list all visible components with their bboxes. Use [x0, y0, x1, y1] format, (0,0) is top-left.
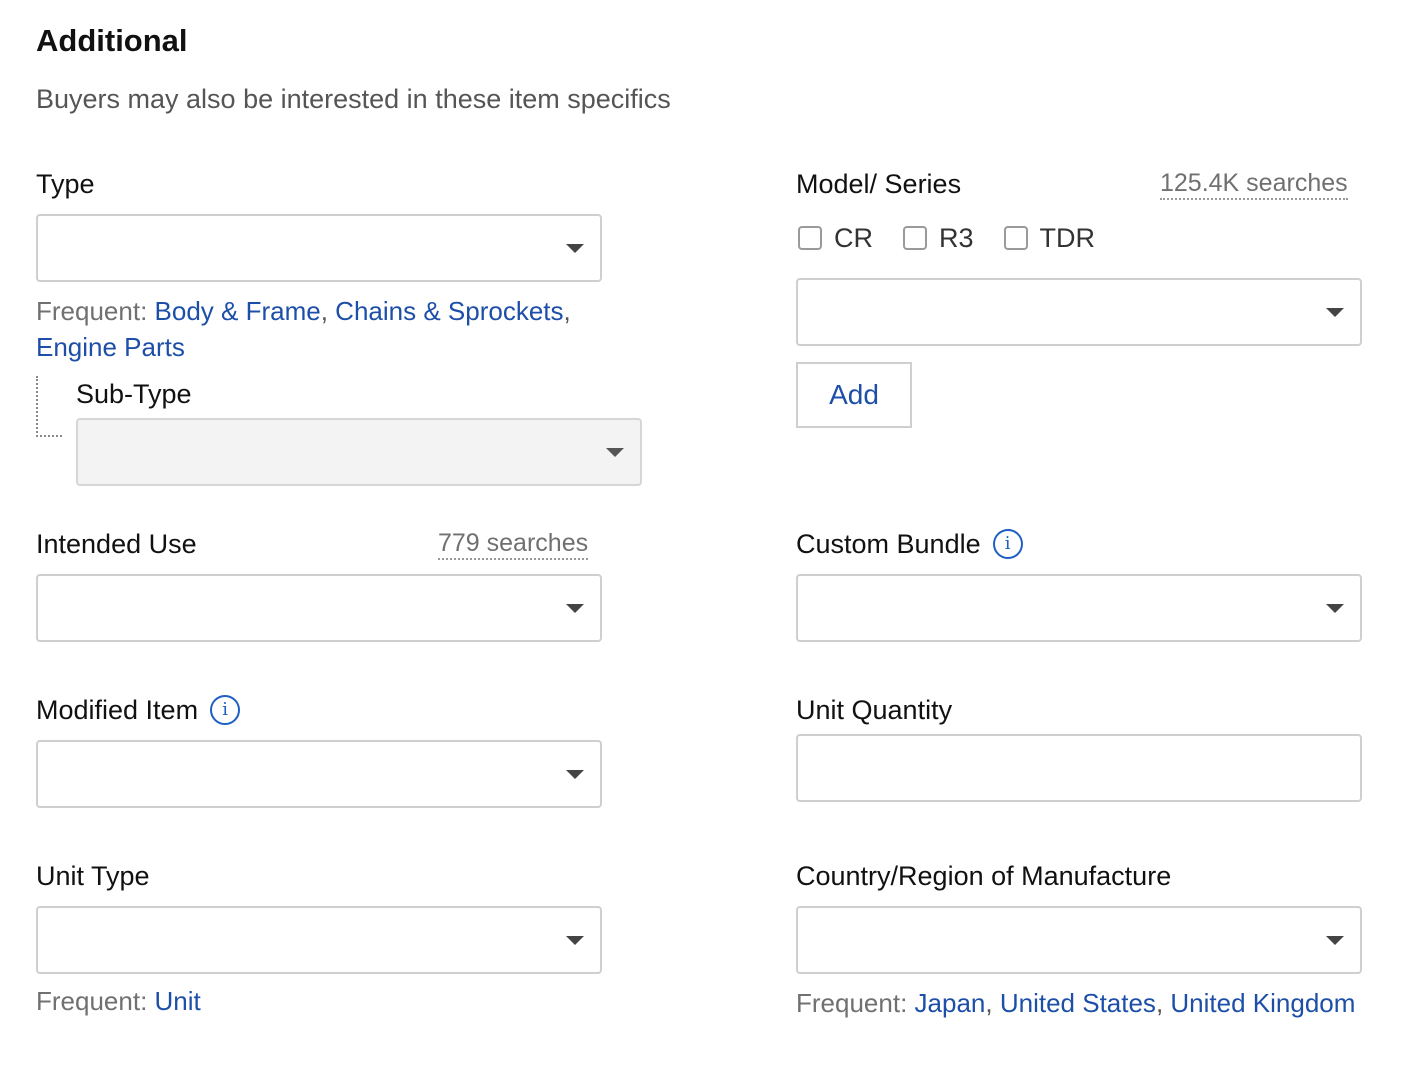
unit-quantity-label: Unit Quantity — [796, 695, 953, 725]
custom-bundle-select[interactable] — [796, 574, 1362, 642]
checkbox-option-tdr[interactable]: TDR — [1003, 221, 1096, 255]
frequent-link-body-frame[interactable]: Body & Frame — [155, 296, 321, 326]
frequent-prefix: Frequent: — [796, 988, 908, 1018]
modified-item-select[interactable] — [36, 740, 602, 808]
frequent-prefix: Frequent: — [36, 986, 148, 1016]
custom-bundle-label-row: Custom Bundle i — [796, 527, 1023, 561]
checkbox-label: R3 — [939, 223, 974, 253]
frequent-link-unit[interactable]: Unit — [155, 986, 201, 1016]
separator: , — [563, 296, 571, 326]
info-icon[interactable]: i — [992, 528, 1023, 559]
checkbox-option-cr[interactable]: CR — [798, 221, 873, 255]
section-subtitle: Buyers may also be interested in these i… — [36, 84, 671, 114]
chevron-down-icon — [566, 244, 584, 253]
subtype-tree-connector — [36, 376, 62, 437]
modified-item-label: Modified Item — [36, 695, 199, 725]
intended-use-label: Intended Use — [36, 529, 197, 559]
frequent-link-united-states[interactable]: United States — [1000, 988, 1156, 1018]
separator: , — [320, 296, 328, 326]
country-frequent: Frequent: Japan, United States, United K… — [796, 985, 1376, 1021]
type-frequent: Frequent: Body & Frame, Chains & Sprocke… — [36, 293, 616, 365]
model-series-searches[interactable]: 125.4K searches — [1160, 168, 1348, 200]
modified-item-label-row: Modified Item i — [36, 693, 241, 727]
unit-type-select[interactable] — [36, 906, 602, 974]
subtype-select — [76, 418, 642, 486]
chevron-down-icon — [566, 936, 584, 945]
unit-quantity-input[interactable] — [796, 734, 1362, 802]
section-title: Additional — [36, 23, 188, 58]
frequent-prefix: Frequent: — [36, 296, 148, 326]
chevron-down-icon — [606, 448, 624, 457]
separator: , — [1155, 988, 1164, 1018]
unit-type-label: Unit Type — [36, 861, 150, 891]
type-select[interactable] — [36, 214, 602, 282]
checkbox-label: TDR — [1039, 223, 1096, 253]
chevron-down-icon — [1326, 308, 1344, 317]
custom-bundle-label: Custom Bundle — [796, 529, 981, 559]
intended-use-searches[interactable]: 779 searches — [438, 528, 589, 560]
country-label: Country/Region of Manufacture — [796, 861, 1172, 891]
model-series-checkboxes: CR R3 TDR — [798, 221, 1125, 255]
chevron-down-icon — [566, 770, 584, 779]
type-label: Type — [36, 169, 95, 199]
subtype-label: Sub-Type — [76, 379, 192, 409]
checkbox[interactable] — [798, 226, 822, 250]
unit-type-frequent: Frequent: Unit — [36, 983, 616, 1019]
checkbox-option-r3[interactable]: R3 — [903, 221, 974, 255]
country-select[interactable] — [796, 906, 1362, 974]
model-series-label: Model/ Series — [796, 169, 962, 199]
frequent-link-united-kingdom[interactable]: United Kingdom — [1170, 988, 1355, 1018]
checkbox[interactable] — [1003, 226, 1028, 250]
chevron-down-icon — [566, 604, 584, 613]
frequent-link-japan[interactable]: Japan — [915, 988, 986, 1018]
intended-use-select[interactable] — [36, 574, 602, 642]
separator: , — [985, 988, 993, 1018]
model-series-select[interactable] — [796, 278, 1362, 346]
checkbox-label: CR — [834, 223, 873, 253]
chevron-down-icon — [1326, 936, 1344, 945]
chevron-down-icon — [1326, 604, 1344, 613]
frequent-link-chains-sprockets[interactable]: Chains & Sprockets — [335, 296, 563, 326]
add-button[interactable]: Add — [796, 362, 912, 428]
checkbox[interactable] — [903, 226, 927, 250]
frequent-link-engine-parts[interactable]: Engine Parts — [36, 332, 185, 362]
info-icon[interactable]: i — [210, 694, 241, 725]
